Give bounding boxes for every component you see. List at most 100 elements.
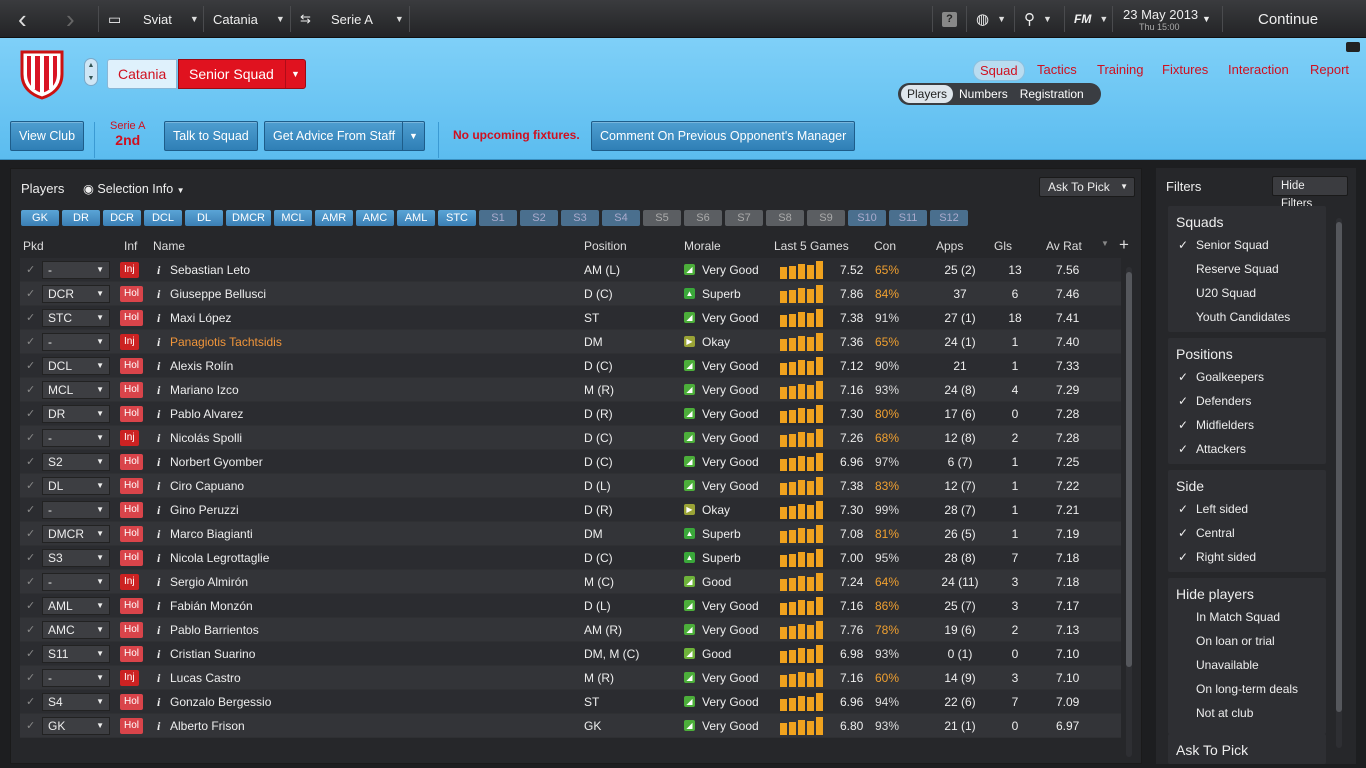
player-name[interactable]: Sergio Almirón bbox=[170, 575, 248, 589]
status-badge[interactable]: Inj bbox=[120, 262, 139, 278]
info-icon[interactable]: i bbox=[157, 287, 160, 302]
filter-checkbox[interactable]: ✓ Goalkeepers bbox=[1178, 370, 1264, 384]
filter-checkbox[interactable]: In Match Squad bbox=[1178, 610, 1280, 624]
check-icon[interactable]: ✓ bbox=[26, 431, 35, 444]
info-icon[interactable]: i bbox=[157, 719, 160, 734]
view-club-button[interactable]: View Club bbox=[10, 121, 85, 151]
league-position[interactable]: Serie A 2nd bbox=[110, 120, 145, 148]
check-icon[interactable]: ✓ bbox=[26, 695, 35, 708]
player-name[interactable]: Pablo Barrientos bbox=[170, 623, 259, 637]
filter-checkbox[interactable]: Reserve Squad bbox=[1178, 262, 1279, 276]
position-button[interactable]: S8 bbox=[766, 210, 804, 226]
filter-checkbox[interactable]: Youth Candidates bbox=[1178, 310, 1290, 324]
info-icon[interactable]: i bbox=[157, 263, 160, 278]
position-button[interactable]: S9 bbox=[807, 210, 845, 226]
subtab-registration[interactable]: Registration bbox=[1014, 85, 1090, 103]
status-badge[interactable]: Hol bbox=[120, 550, 144, 566]
info-icon[interactable]: i bbox=[157, 503, 160, 518]
info-icon[interactable]: i bbox=[157, 623, 160, 638]
nav-league[interactable]: Serie A ▼ bbox=[331, 0, 404, 38]
pick-select[interactable]: - ▼ bbox=[42, 501, 110, 519]
player-name[interactable]: Marco Biagianti bbox=[170, 527, 253, 541]
col-pkd[interactable]: Pkd bbox=[23, 239, 44, 253]
staff-advice-button[interactable]: Get Advice From Staff ▼ bbox=[264, 121, 425, 151]
sort-icon[interactable]: ▼ bbox=[1101, 239, 1109, 248]
status-badge[interactable]: Hol bbox=[120, 406, 144, 422]
position-button[interactable]: S1 bbox=[479, 210, 517, 226]
player-name[interactable]: Nicolás Spolli bbox=[170, 431, 242, 445]
ask-to-pick-filter[interactable]: Ask To Pick bbox=[1168, 734, 1326, 764]
status-badge[interactable]: Hol bbox=[120, 598, 144, 614]
squad-selector[interactable]: Senior Squad ▼ bbox=[178, 59, 306, 89]
info-icon[interactable]: i bbox=[157, 431, 160, 446]
position-button[interactable]: S6 bbox=[684, 210, 722, 226]
swap-icon[interactable]: ⇆ bbox=[300, 0, 311, 38]
status-badge[interactable]: Hol bbox=[120, 718, 144, 734]
table-row[interactable]: ✓ DR ▼ Hol i Pablo Alvarez D (R) ◢ Very Good 7.30… bbox=[20, 402, 1121, 426]
position-button[interactable]: DMCR bbox=[226, 210, 271, 226]
table-row[interactable]: ✓ GK ▼ Hol i Alberto Frison GK ◢ Very Good 6.80 93… bbox=[20, 714, 1121, 738]
info-icon[interactable]: i bbox=[157, 599, 160, 614]
position-button[interactable]: DCL bbox=[144, 210, 182, 226]
position-button[interactable]: GK bbox=[21, 210, 59, 226]
player-name[interactable]: Alberto Frison bbox=[170, 719, 245, 733]
player-name[interactable]: Alexis Rolín bbox=[170, 359, 233, 373]
pick-select[interactable]: GK ▼ bbox=[42, 717, 110, 735]
status-badge[interactable]: Hol bbox=[120, 502, 144, 518]
tab-squad[interactable]: Squad bbox=[973, 60, 1025, 81]
player-name[interactable]: Pablo Alvarez bbox=[170, 407, 243, 421]
position-button[interactable]: S2 bbox=[520, 210, 558, 226]
filter-checkbox[interactable]: Unavailable bbox=[1178, 658, 1259, 672]
pick-select[interactable]: DR ▼ bbox=[42, 405, 110, 423]
table-row[interactable]: ✓ DCR ▼ Hol i Giuseppe Bellusci D (C) ▲ Superb 7.… bbox=[20, 282, 1121, 306]
col-position[interactable]: Position bbox=[584, 239, 627, 253]
status-badge[interactable]: Inj bbox=[120, 334, 139, 350]
player-name[interactable]: Gino Peruzzi bbox=[170, 503, 239, 517]
status-badge[interactable]: Hol bbox=[120, 622, 144, 638]
table-row[interactable]: ✓ S3 ▼ Hol i Nicola Legrottaglie D (C) ▲ Superb 7… bbox=[20, 546, 1121, 570]
info-icon[interactable]: i bbox=[157, 335, 160, 350]
info-icon[interactable]: i bbox=[157, 695, 160, 710]
continue-button[interactable]: Continue bbox=[1258, 0, 1318, 38]
status-badge[interactable]: Hol bbox=[120, 454, 144, 470]
status-badge[interactable]: Hol bbox=[120, 382, 144, 398]
position-button[interactable]: S12 bbox=[930, 210, 968, 226]
position-button[interactable]: S5 bbox=[643, 210, 681, 226]
search-icon[interactable]: ⚲ ▼ bbox=[1024, 0, 1052, 38]
table-row[interactable]: ✓ S11 ▼ Hol i Cristian Suarino DM, M (C) ◢ Good 6… bbox=[20, 642, 1121, 666]
pick-select[interactable]: S4 ▼ bbox=[42, 693, 110, 711]
pick-select[interactable]: - ▼ bbox=[42, 261, 110, 279]
table-row[interactable]: ✓ DMCR ▼ Hol i Marco Biagianti DM ▲ Superb 7.08 81… bbox=[20, 522, 1121, 546]
position-button[interactable]: S4 bbox=[602, 210, 640, 226]
table-row[interactable]: ✓ - ▼ Inj i Sebastian Leto AM (L) ◢ Very Good 7.5… bbox=[20, 258, 1121, 282]
status-badge[interactable]: Hol bbox=[120, 478, 144, 494]
player-name[interactable]: Cristian Suarino bbox=[170, 647, 255, 661]
player-name[interactable]: Nicola Legrottaglie bbox=[170, 551, 269, 565]
pick-select[interactable]: MCL ▼ bbox=[42, 381, 110, 399]
check-icon[interactable]: ✓ bbox=[26, 455, 35, 468]
help-icon[interactable]: ? bbox=[942, 0, 957, 38]
pick-select[interactable]: S3 ▼ bbox=[42, 549, 110, 567]
info-icon[interactable]: i bbox=[157, 575, 160, 590]
check-icon[interactable]: ✓ bbox=[26, 311, 35, 324]
pick-select[interactable]: DL ▼ bbox=[42, 477, 110, 495]
col-con[interactable]: Con bbox=[874, 239, 896, 253]
status-badge[interactable]: Hol bbox=[120, 358, 144, 374]
tab-fixtures[interactable]: Fixtures bbox=[1162, 62, 1208, 77]
table-row[interactable]: ✓ - ▼ Hol i Gino Peruzzi D (R) ▶ Okay 7.30 99% 28 (… bbox=[20, 498, 1121, 522]
check-icon[interactable]: ✓ bbox=[26, 719, 35, 732]
tab-training[interactable]: Training bbox=[1097, 62, 1143, 77]
add-column-icon[interactable]: + bbox=[1119, 235, 1129, 255]
table-row[interactable]: ✓ STC ▼ Hol i Maxi López ST ◢ Very Good 7.38 91% 27… bbox=[20, 306, 1121, 330]
pick-select[interactable]: DCL ▼ bbox=[42, 357, 110, 375]
status-badge[interactable]: Inj bbox=[120, 574, 139, 590]
filter-checkbox[interactable]: On loan or trial bbox=[1178, 634, 1275, 648]
date-dropdown-icon[interactable]: ▼ bbox=[1202, 0, 1211, 38]
comment-manager-button[interactable]: Comment On Previous Opponent's Manager bbox=[591, 121, 856, 151]
col-avrat[interactable]: Av Rat bbox=[1046, 239, 1082, 253]
position-button[interactable]: MCL bbox=[274, 210, 312, 226]
check-icon[interactable]: ✓ bbox=[26, 671, 35, 684]
pick-select[interactable]: AMC ▼ bbox=[42, 621, 110, 639]
check-icon[interactable]: ✓ bbox=[26, 479, 35, 492]
player-name[interactable]: Maxi López bbox=[170, 311, 231, 325]
